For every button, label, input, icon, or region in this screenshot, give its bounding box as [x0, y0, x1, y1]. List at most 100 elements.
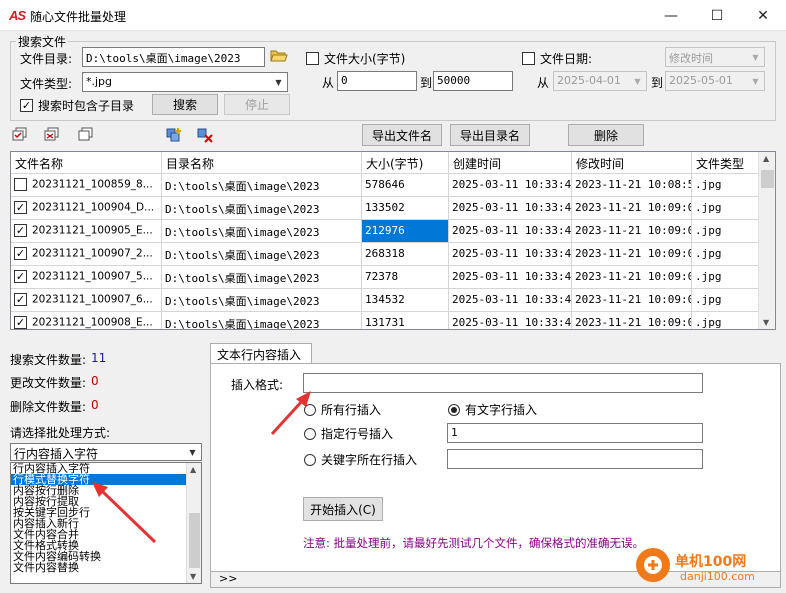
format-input[interactable] [303, 373, 703, 393]
row-checkbox[interactable]: ✓ [14, 201, 27, 214]
opt-line-radio[interactable] [304, 427, 316, 440]
export-dirs-button[interactable]: 导出目录名 [450, 124, 530, 146]
scroll-thumb[interactable] [189, 513, 200, 568]
table-cell-size[interactable]: 131731 [362, 312, 449, 329]
table-cell-dir[interactable]: D:\tools\桌面\image\2023 [162, 266, 362, 289]
invert-selection-icon[interactable] [44, 127, 60, 141]
column-header[interactable]: 大小(字节) [362, 152, 449, 174]
folder-open-icon[interactable] [270, 48, 288, 64]
table-scrollbar[interactable]: ▲ ▼ [758, 152, 775, 329]
size-filter-checkbox[interactable] [306, 52, 319, 65]
table-cell-type[interactable]: .jpg [692, 266, 760, 289]
table-cell-dir[interactable]: D:\tools\桌面\image\2023 [162, 220, 362, 243]
scroll-up-icon[interactable]: ▲ [190, 465, 196, 474]
table-cell-created[interactable]: 2025-03-11 10:33:44 [449, 197, 572, 220]
table-cell-dir[interactable]: D:\tools\桌面\image\2023 [162, 174, 362, 197]
table-cell-type[interactable]: .jpg [692, 312, 760, 329]
table-cell-modified[interactable]: 2023-11-21 10:09:05 [572, 220, 692, 243]
include-sub-checkbox[interactable]: ✓ [20, 99, 33, 112]
opt-all-radio[interactable] [304, 403, 316, 416]
table-cell-dir[interactable]: D:\tools\桌面\image\2023 [162, 289, 362, 312]
column-header[interactable]: 修改时间 [572, 152, 692, 174]
method-list[interactable]: 行内容插入字符 行模式替换字符 内容按行删除 内容按行提取 按关键字回步行 内容插入新行文… [10, 462, 202, 584]
column-header[interactable]: 目录名称 [162, 152, 362, 174]
table-cell-dir[interactable]: D:\tools\桌面\image\2023 [162, 197, 362, 220]
search-button[interactable]: 搜索 [152, 94, 218, 115]
scroll-down-icon[interactable]: ▼ [763, 318, 769, 327]
row-checkbox[interactable]: ✓ [14, 293, 27, 306]
opt-keyword[interactable]: 关键字所在行插入 [304, 451, 417, 468]
deselect-all-icon[interactable] [78, 127, 94, 141]
date-filter-checkbox[interactable] [522, 52, 535, 65]
table-cell-size[interactable]: 72378 [362, 266, 449, 289]
maximize-button[interactable]: ☐ [694, 0, 740, 31]
size-filter-option[interactable]: 文件大小(字节) [306, 50, 405, 67]
table-cell-modified[interactable]: 2023-11-21 10:09:07 [572, 289, 692, 312]
table-cell-name[interactable]: 20231121_100859_8... [11, 174, 162, 197]
date-to-picker[interactable]: 2025-05-01 ▼ [665, 71, 765, 91]
column-header[interactable]: 文件类型 [692, 152, 760, 174]
add-files-icon[interactable] [165, 127, 183, 143]
table-cell-modified[interactable]: 2023-11-21 10:09:04 [572, 197, 692, 220]
table-cell-modified[interactable]: 2023-11-21 10:09:07 [572, 243, 692, 266]
column-header[interactable]: 文件名称 [11, 152, 162, 174]
row-checkbox[interactable] [14, 178, 27, 191]
start-insert-button[interactable]: 开始插入(C) [303, 497, 383, 521]
keyword-input[interactable] [447, 449, 703, 469]
include-sub-option[interactable]: ✓ 搜索时包含子目录 [20, 97, 134, 114]
stop-button[interactable]: 停止 [224, 94, 290, 115]
table-cell-name[interactable]: ✓ 20231121_100905_E... [11, 220, 162, 243]
method-list-scrollbar[interactable]: ▲ ▼ [186, 463, 201, 583]
opt-text-radio[interactable] [448, 403, 460, 416]
table-cell-created[interactable]: 2025-03-11 10:33:44 [449, 243, 572, 266]
table-cell-name[interactable]: ✓ 20231121_100907_6... [11, 289, 162, 312]
table-cell-created[interactable]: 2025-03-11 10:33:44 [449, 220, 572, 243]
file-type-select[interactable]: *.jpg ▼ [82, 72, 288, 92]
method-select[interactable]: 行内容插入字符 ▼ [10, 443, 202, 461]
date-filter-option[interactable]: 文件日期: [522, 50, 592, 67]
select-all-icon[interactable] [12, 127, 28, 141]
date-type-select[interactable]: 修改时间 ▼ [665, 47, 765, 67]
table-cell-modified[interactable]: 2023-11-21 10:09:07 [572, 266, 692, 289]
table-cell-dir[interactable]: D:\tools\桌面\image\2023 [162, 312, 362, 329]
table-cell-created[interactable]: 2025-03-11 10:33:44 [449, 266, 572, 289]
column-header[interactable]: 创建时间 [449, 152, 572, 174]
table-cell-name[interactable]: ✓ 20231121_100907_2... [11, 243, 162, 266]
row-checkbox[interactable]: ✓ [14, 247, 27, 260]
opt-line-number[interactable]: 指定行号插入 [304, 425, 393, 442]
size-to-input[interactable]: 50000 [433, 71, 513, 91]
table-cell-dir[interactable]: D:\tools\桌面\image\2023 [162, 243, 362, 266]
scroll-thumb[interactable] [761, 170, 774, 188]
table-cell-created[interactable]: 2025-03-11 10:33:44 [449, 312, 572, 329]
opt-keyword-radio[interactable] [304, 453, 316, 466]
table-cell-modified[interactable]: 2023-11-21 10:09:08 [572, 312, 692, 329]
file-table[interactable]: 文件名称 目录名称 大小(字节) 创建时间 修改时间 文件类型 20231121… [10, 151, 776, 330]
delete-button[interactable]: 删除 [568, 124, 644, 146]
table-cell-size[interactable]: 268318 [362, 243, 449, 266]
remove-files-icon[interactable] [196, 127, 214, 143]
close-button[interactable]: ✕ [740, 0, 786, 31]
scroll-up-icon[interactable]: ▲ [763, 154, 769, 163]
method-list-item[interactable]: 文件内容替换 [11, 562, 201, 573]
table-cell-type[interactable]: .jpg [692, 243, 760, 266]
export-files-button[interactable]: 导出文件名 [362, 124, 442, 146]
table-cell-size[interactable]: 134532 [362, 289, 449, 312]
table-cell-type[interactable]: .jpg [692, 174, 760, 197]
table-cell-name[interactable]: ✓ 20231121_100908_E... [11, 312, 162, 329]
table-cell-name[interactable]: ✓ 20231121_100904_D... [11, 197, 162, 220]
table-cell-type[interactable]: .jpg [692, 289, 760, 312]
table-cell-modified[interactable]: 2023-11-21 10:08:59 [572, 174, 692, 197]
minimize-button[interactable]: — [648, 0, 694, 31]
opt-all-lines[interactable]: 所有行插入 [304, 401, 381, 418]
table-cell-created[interactable]: 2025-03-11 10:33:44 [449, 174, 572, 197]
table-cell-type[interactable]: .jpg [692, 197, 760, 220]
scroll-down-icon[interactable]: ▼ [190, 572, 196, 581]
line-number-input[interactable]: 1 [447, 423, 703, 443]
size-from-input[interactable]: 0 [337, 71, 417, 91]
table-cell-size[interactable]: 212976 [362, 220, 449, 243]
date-from-picker[interactable]: 2025-04-01 ▼ [553, 71, 647, 91]
dir-input[interactable]: D:\tools\桌面\image\2023 [82, 47, 265, 67]
table-cell-name[interactable]: ✓ 20231121_100907_5... [11, 266, 162, 289]
row-checkbox[interactable]: ✓ [14, 316, 27, 329]
table-cell-created[interactable]: 2025-03-11 10:33:44 [449, 289, 572, 312]
